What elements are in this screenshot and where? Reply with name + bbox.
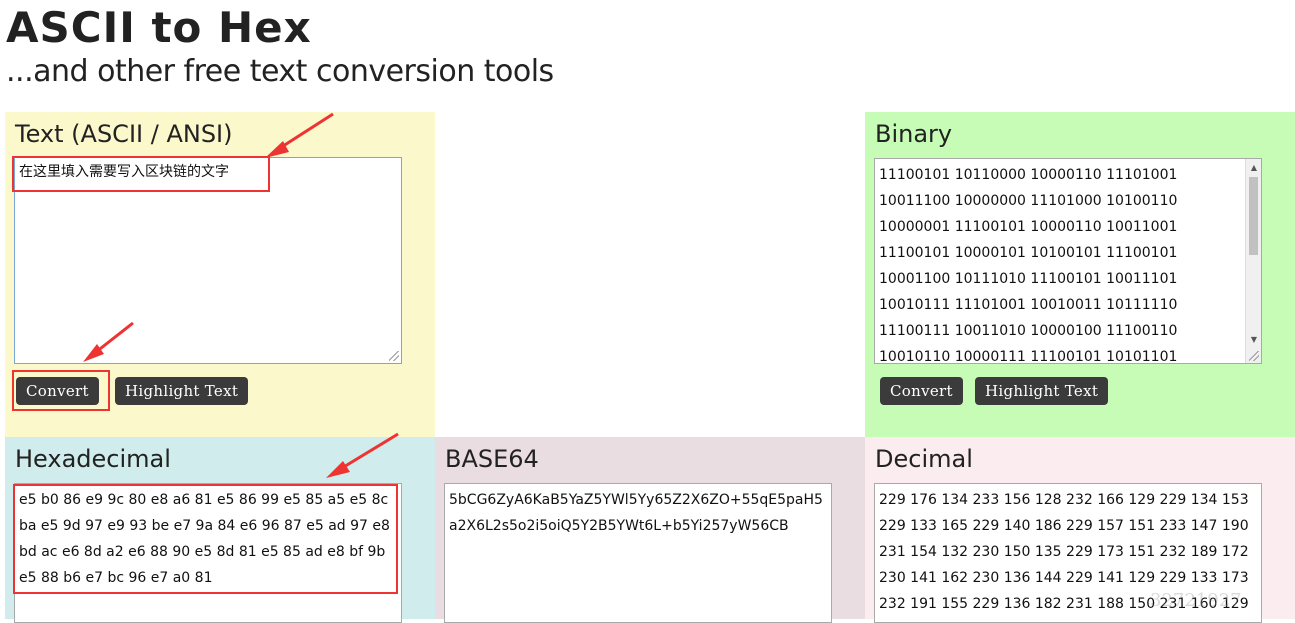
binary-panel: Binary 11100101 10110000 10000110 111010… (865, 112, 1295, 437)
binary-line: 11100101 10000101 10100101 11100101 (879, 245, 1178, 261)
annotation-highlight-hex (13, 484, 398, 594)
resize-grip[interactable] (389, 351, 399, 361)
scrollbar-thumb[interactable] (1249, 177, 1258, 255)
decimal-panel-heading: Decimal (875, 445, 973, 473)
binary-line: 10010111 11101001 10010011 10111110 (879, 297, 1178, 313)
decimal-line: 229 176 134 233 156 128 232 166 129 229 … (879, 492, 1249, 508)
binary-highlight-text-button[interactable]: Highlight Text (975, 377, 1109, 405)
annotation-highlight-input (12, 156, 270, 192)
base64-panel: BASE64 5bCG6ZyA6KaB5YaZ5YWl5Yy65Z2X6ZO+5… (435, 437, 865, 623)
binary-line: 10011100 10000000 11101000 10100110 (879, 193, 1178, 209)
base64-panel-heading: BASE64 (445, 445, 539, 473)
binary-scrollbar[interactable]: ▲ ▼ (1245, 159, 1261, 363)
binary-line: 11100101 10110000 10000110 11101001 (879, 167, 1178, 183)
highlight-text-button[interactable]: Highlight Text (115, 377, 249, 405)
binary-line: 11100111 10011010 10000100 11100110 (879, 323, 1178, 339)
hexadecimal-panel: Hexadecimal e5 b0 86 e9 9c 80 e8 a6 81 e… (5, 437, 435, 623)
watermark: 32721927 (1150, 590, 1242, 611)
base64-line: 5bCG6ZyA6KaB5YaZ5YWl5Yy65Z2X6ZO+55qE5paH… (449, 492, 823, 508)
binary-output[interactable]: 11100101 10110000 10000110 11101001 1001… (874, 158, 1262, 364)
hexadecimal-panel-heading: Hexadecimal (15, 445, 171, 473)
resize-grip[interactable] (1249, 351, 1259, 361)
annotation-highlight-convert (12, 370, 110, 411)
decimal-line: 231 154 132 230 150 135 229 173 151 232 … (879, 544, 1249, 560)
binary-line: 10010110 10000111 11100101 10101101 (879, 349, 1178, 364)
decimal-line: 229 133 165 229 140 186 229 157 151 233 … (879, 518, 1249, 534)
binary-line: 10001100 10111010 11100101 10011101 (879, 271, 1178, 287)
scroll-down-arrow-icon[interactable]: ▼ (1246, 333, 1261, 347)
text-panel-heading: Text (ASCII / ANSI) (15, 120, 233, 148)
binary-convert-button[interactable]: Convert (880, 377, 963, 405)
decimal-line: 230 141 162 230 136 144 229 141 129 229 … (879, 570, 1249, 586)
binary-line: 10000001 11100101 10000110 10011001 (879, 219, 1178, 235)
base64-output[interactable]: 5bCG6ZyA6KaB5YaZ5YWl5Yy65Z2X6ZO+55qE5paH… (444, 483, 832, 623)
base64-line: a2X6L2s5o2i5oiQ5Y2B5YWt6L+b5Yi257yW56CB (449, 518, 789, 534)
site-subtitle: ...and other free text conversion tools (6, 54, 554, 89)
scroll-up-arrow-icon[interactable]: ▲ (1246, 161, 1261, 175)
site-title: ASCII to Hex (6, 3, 312, 52)
text-panel: Text (ASCII / ANSI) 在这里填入需要写入区块链的文字 Conv… (5, 112, 435, 437)
binary-panel-heading: Binary (875, 120, 953, 148)
